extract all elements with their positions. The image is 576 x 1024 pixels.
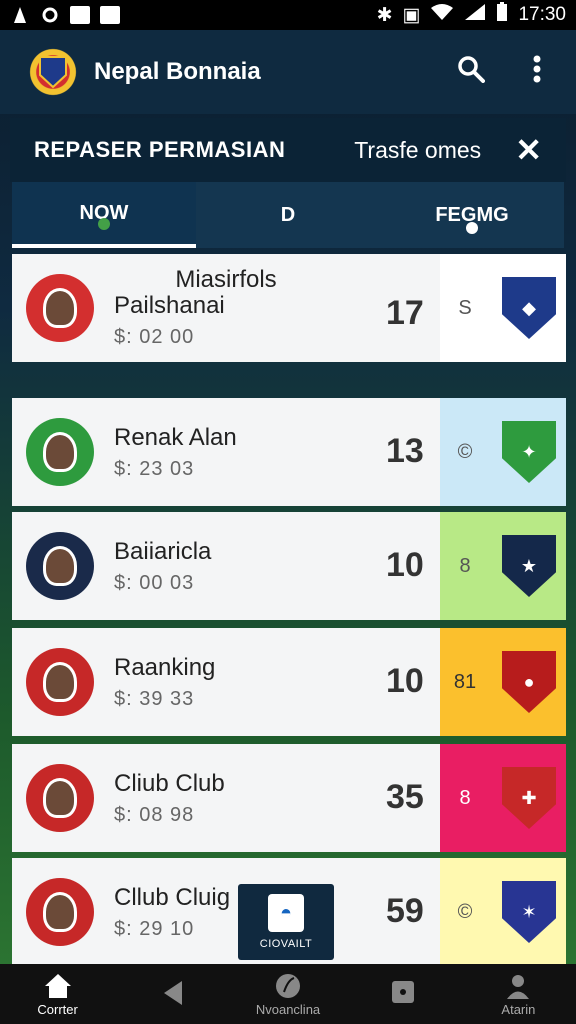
nav-item-back[interactable] [115,964,230,1024]
vibrate-icon: ▣ [402,4,421,26]
avatar [26,878,94,946]
player-price: $: 02 00 [114,325,195,348]
club-crest-icon: ● [502,651,556,713]
list-item[interactable]: Renak Alan $: 23 03 13 © ✦ [12,398,566,506]
nav-label-account: Atarin [501,1001,536,1017]
player-price: $: 23 03 [114,457,195,480]
player-price: $: 39 33 [114,687,195,710]
status-bar: ✱ ▣ 17:30 [0,0,576,30]
nav-label-home: Corrter [37,1001,78,1017]
player-price: $: 29 10 [114,917,195,940]
player-name: Raanking [114,653,216,681]
list-item[interactable]: Raanking $: 39 33 10 81 ● [12,628,566,736]
list-item[interactable]: Baiiaricla $: 00 03 10 8 ★ [12,512,566,620]
row-side-panel: 8 ✚ [440,744,566,852]
list-item[interactable]: Pailshanai $: 02 00 17 S ◆ Miasirfols [12,254,566,362]
signal-icon [464,3,486,27]
app-notification-icon [70,6,90,24]
row-side-panel: S ◆ [440,254,566,362]
avatar [26,764,94,832]
row-side-panel: 81 ● [440,628,566,736]
player-score: 17 [386,294,424,332]
player-price: $: 08 98 [114,803,195,826]
search-icon[interactable] [456,55,486,90]
player-name: Baiiaricla [114,537,212,565]
player-score: 10 [386,546,424,584]
tab-bar: NOW D FEGMG [12,182,564,248]
wifi-icon [430,3,454,27]
app-logo[interactable] [24,43,82,101]
app-notification-icon-2 [100,6,120,24]
floating-card[interactable]: ◓ CIOVAILT [238,884,334,960]
nav-item-account[interactable]: Atarin [461,964,576,1024]
status-time: 17:30 [518,4,566,25]
more-options-icon[interactable] [522,55,552,90]
home-icon [43,972,73,1002]
sub-header: REPASER PERMASIAN Trasfe omes ✕ [10,118,566,182]
player-name: Cliub Club [114,769,225,797]
close-icon[interactable]: ✕ [515,131,542,169]
avatar [26,648,94,716]
bottom-nav: Corrter Nvoanclina Atarin [0,964,576,1024]
back-icon [160,979,186,1009]
bluetooth-icon: ✱ [376,4,393,26]
row-glyph: © [457,900,473,923]
player-name: Renak Alan [114,423,237,451]
club-crest-icon: ◆ [502,277,556,339]
club-crest-icon: ✚ [502,767,556,829]
tab-now[interactable]: NOW [12,182,196,248]
sub-header-title: REPASER PERMASIAN [34,137,286,162]
player-score: 10 [386,662,424,700]
app-title: Nepal Bonnaia [94,58,261,85]
avatar [26,532,94,600]
row-side-panel: 8 ★ [440,512,566,620]
app-header: Nepal Bonnaia [0,30,576,114]
nav-label-matches: Nvoanclina [255,1001,321,1017]
ball-icon [274,972,302,1002]
avatar [26,418,94,486]
row-glyph: © [457,440,473,463]
row-glyph: S [458,296,472,319]
floating-card-label: CIOVAILT [259,938,313,950]
list-item[interactable]: Cliub Club $: 08 98 35 8 ✚ [12,744,566,852]
row-glyph: 8 [459,786,471,809]
list-title: Miasirfols [175,266,277,293]
brand-badge-icon: ◓ [268,894,304,932]
club-crest-icon: ✦ [502,421,556,483]
nav-item-home[interactable]: Corrter [0,964,115,1024]
club-crest-icon: ★ [502,535,556,597]
club-crest-icon: ✶ [502,881,556,943]
tab-fegmg[interactable]: FEGMG [380,182,564,248]
nav-item-square[interactable] [346,964,461,1024]
row-glyph: 81 [453,670,477,693]
player-name: Pailshanai [114,291,225,319]
player-price: $: 00 03 [114,571,195,594]
row-side-panel: © ✶ [440,858,566,966]
live-indicator-icon [98,218,110,230]
battery-icon [496,2,508,28]
row-glyph: 8 [459,554,471,577]
square-icon [390,979,416,1009]
nav-item-matches[interactable]: Nvoanclina [230,964,345,1024]
sync-icon [40,5,60,25]
row-side-panel: © ✦ [440,398,566,506]
user-icon [504,972,532,1002]
player-score: 13 [386,432,424,470]
player-score: 35 [386,778,424,816]
tab-d[interactable]: D [196,182,380,248]
tab-d-label: D [280,203,296,226]
heart-icon [466,222,478,234]
player-name: Cllub Cluig [114,883,231,911]
player-score: 59 [386,892,424,930]
notification-icon [10,5,30,25]
sub-header-right-label[interactable]: Trasfe omes [354,137,481,164]
